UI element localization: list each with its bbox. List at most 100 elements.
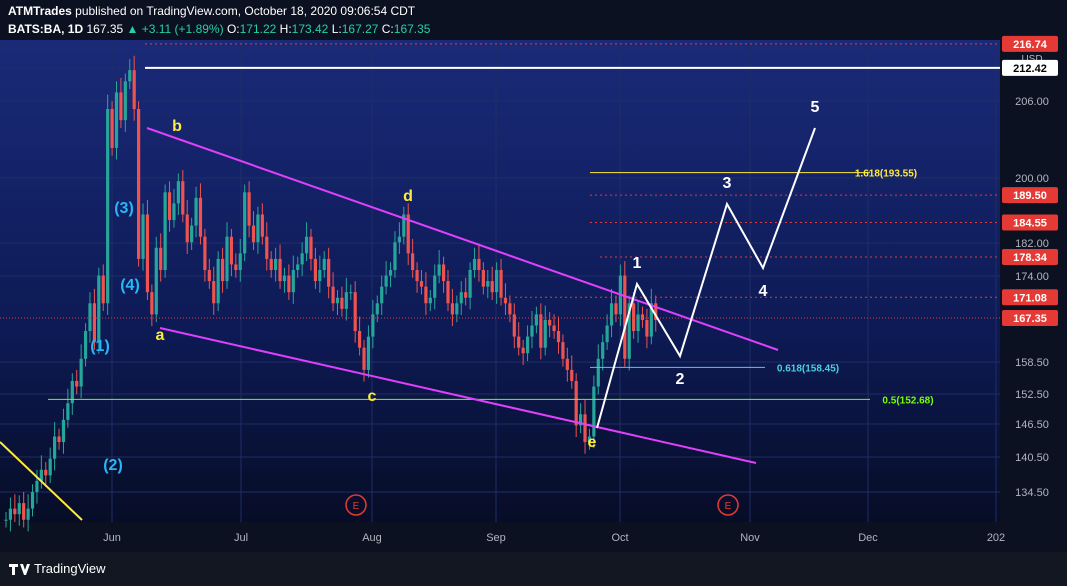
candle-body [366, 336, 371, 370]
candle-body [30, 491, 35, 509]
candle-body [645, 319, 649, 337]
candle-body [309, 236, 313, 259]
price-tag: 184.55 [1002, 214, 1058, 231]
candle-body [61, 419, 66, 443]
candle-body [548, 319, 552, 326]
candle-body [318, 269, 322, 282]
candle-body [132, 70, 136, 110]
candle-body [207, 269, 211, 282]
candle-body [296, 264, 300, 270]
candle-body [495, 269, 499, 293]
price-tag: 171.08 [1002, 289, 1058, 306]
candle-body [92, 303, 96, 343]
date-tick-label: Sep [486, 532, 506, 544]
candle-body [503, 297, 508, 304]
candle-body [517, 336, 521, 348]
price-tick-label: 182.00 [1015, 238, 1049, 250]
candle-body [172, 203, 176, 221]
candle-body [415, 269, 419, 282]
candle-body [464, 292, 468, 298]
candle-body [190, 225, 194, 243]
candle-body [344, 292, 348, 309]
candle-body [490, 281, 494, 293]
price-tick-label: 152.50 [1015, 389, 1049, 401]
candle-body [428, 297, 432, 304]
price-tag: 178.34 [1002, 249, 1058, 266]
candle-body [552, 325, 556, 332]
candle-body [274, 258, 278, 270]
candle-body [75, 380, 79, 387]
candle-body [362, 347, 366, 370]
earnings-marker-label: E [725, 501, 732, 512]
candle-body [291, 269, 295, 293]
candle-body [393, 242, 397, 270]
candle-body [194, 197, 198, 226]
wave-label: d [403, 188, 413, 205]
candle-body [26, 508, 30, 520]
candle-body [212, 281, 216, 304]
price-tag: 216.74 [1002, 35, 1058, 52]
candle-body [472, 258, 477, 270]
candle-body [331, 286, 335, 304]
time-axis-background [0, 522, 1067, 552]
candle-body [83, 331, 88, 359]
candle-body [216, 258, 220, 304]
price-tick-label: 200.00 [1015, 173, 1049, 185]
candle-body [486, 281, 490, 287]
candle-body [468, 269, 472, 298]
candle-body [623, 275, 627, 359]
candle-body [128, 70, 132, 82]
wave-label: 2 [676, 371, 685, 388]
candle-body [203, 236, 207, 270]
candle-body [539, 314, 543, 348]
candle-body [561, 342, 565, 359]
candle-body [123, 81, 127, 121]
candle-body [450, 303, 455, 315]
candle-body [17, 503, 21, 515]
price-tag-label: 171.08 [1013, 292, 1047, 304]
candle-body [44, 469, 48, 476]
candle-body [256, 214, 260, 243]
price-tick-label: 134.50 [1015, 487, 1049, 499]
candle-body [592, 386, 596, 437]
wave-label: (3) [114, 200, 134, 217]
fib-level-label: 0.5(152.68) [882, 395, 933, 406]
tradingview-brand[interactable]: TradingView [34, 561, 106, 576]
price-tag-label: 189.50 [1013, 190, 1047, 202]
candle-body [106, 109, 110, 304]
candle-body [349, 292, 353, 294]
candle-body [574, 380, 578, 426]
wave-label: (1) [90, 338, 110, 355]
candle-body [119, 92, 123, 121]
candle-body [110, 109, 114, 148]
candle-body [477, 258, 481, 270]
candle-body [636, 314, 640, 332]
candle-body [313, 258, 317, 282]
candle-body [97, 275, 101, 343]
candle-body [247, 192, 251, 226]
candle-body [424, 286, 428, 304]
candle-body [583, 414, 587, 443]
wave-label: 5 [811, 99, 820, 116]
price-tag: 167.35 [1002, 310, 1058, 326]
wave-label: (4) [120, 277, 140, 294]
candle-body [459, 292, 463, 304]
candle-body [327, 258, 331, 287]
candle-body [66, 403, 70, 420]
price-tag: 189.50 [1002, 187, 1058, 204]
price-chart[interactable]: 1.618(193.55) 0.618(158.45) 0.5(152.68) (1… [0, 0, 1067, 552]
candle-body [251, 225, 256, 243]
tradingview-logo-icon[interactable] [8, 561, 30, 577]
candle-body [419, 281, 424, 287]
candle-body [176, 181, 180, 204]
candle-body [601, 342, 605, 359]
candle-body [609, 303, 614, 326]
candle-body [101, 275, 105, 304]
candle-body [433, 275, 437, 298]
price-tick-label: 174.00 [1015, 271, 1049, 283]
fib-level-label: 1.618(193.55) [855, 169, 917, 180]
candle-body [265, 236, 269, 259]
candle-body [335, 297, 340, 304]
candle-body [185, 214, 189, 243]
candle-body [640, 314, 645, 320]
